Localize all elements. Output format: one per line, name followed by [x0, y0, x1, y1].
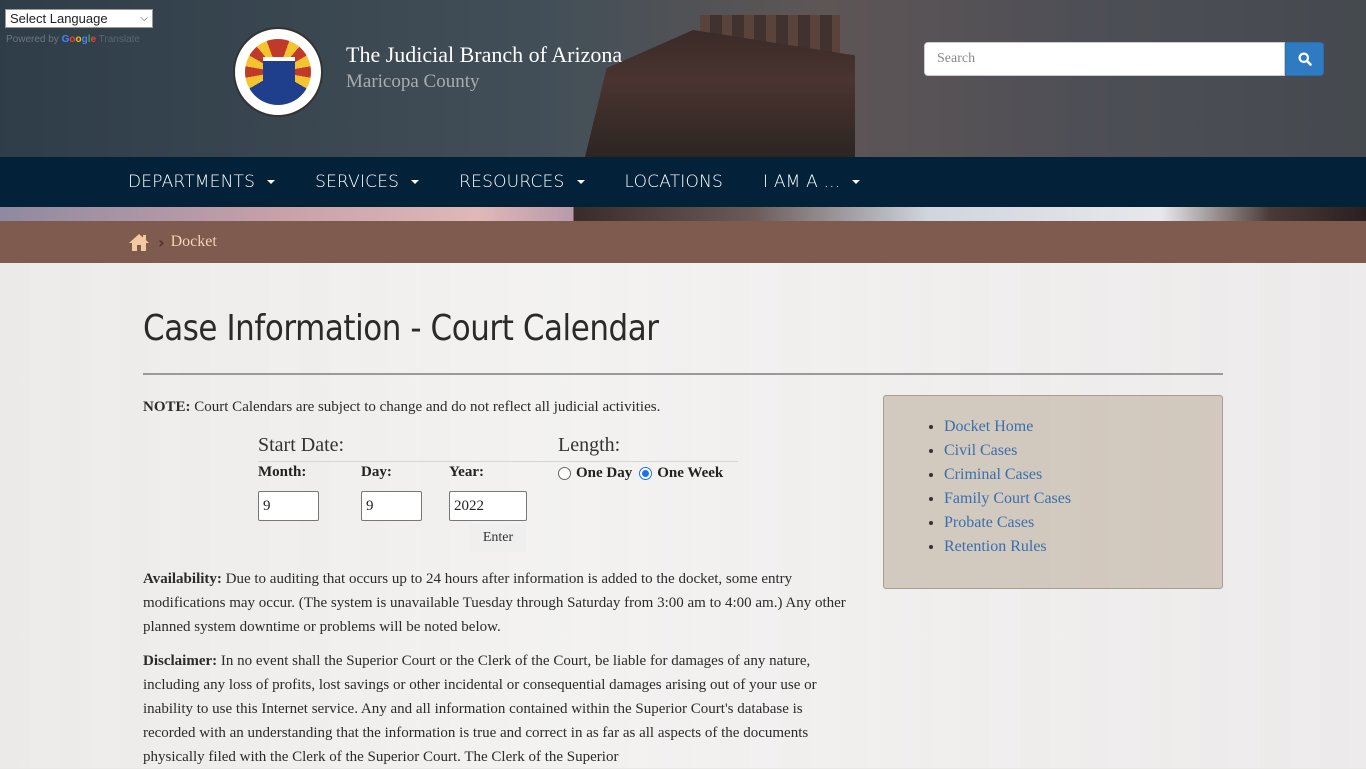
- site-subtitle: Maricopa County: [346, 71, 480, 92]
- chevron-down-icon: ⌵: [140, 13, 148, 24]
- nav-item-resources[interactable]: RESOURCES: [459, 172, 585, 192]
- page-title: Case Information - Court Calendar: [143, 308, 659, 349]
- nav-item-label: RESOURCES: [459, 172, 565, 192]
- main-nav: DEPARTMENTS SERVICES RESOURCES LOCATIONS…: [0, 157, 1366, 207]
- list-item: Family Court Cases: [944, 487, 1071, 511]
- docket-links-list: Docket Home Civil Cases Criminal Cases F…: [944, 415, 1071, 559]
- title-divider: [143, 373, 1223, 375]
- breadcrumb-separator-icon: ›: [158, 232, 165, 252]
- link-probate-cases[interactable]: Probate Cases: [944, 514, 1034, 531]
- day-label: Day:: [361, 464, 392, 480]
- length-radio-group: One Day One Week: [558, 465, 723, 482]
- nav-item-locations[interactable]: LOCATIONS: [625, 172, 724, 192]
- search-input[interactable]: [924, 42, 1285, 76]
- breadcrumb-current: Docket: [170, 233, 217, 250]
- availability-label: Availability:: [143, 571, 222, 587]
- note-label: NOTE:: [143, 399, 191, 415]
- language-select-label: Select Language: [10, 11, 108, 26]
- search-button[interactable]: [1285, 42, 1324, 76]
- radio-one-day[interactable]: [558, 467, 571, 480]
- powered-by-text: Powered by: [6, 34, 59, 45]
- site-title[interactable]: The Judicial Branch of Arizona: [346, 42, 622, 68]
- link-civil-cases[interactable]: Civil Cases: [944, 442, 1017, 459]
- docket-links-panel: Docket Home Civil Cases Criminal Cases F…: [883, 395, 1223, 589]
- site-search: [924, 42, 1324, 76]
- list-item: Civil Cases: [944, 439, 1071, 463]
- year-label: Year:: [449, 464, 484, 480]
- google-letter: e: [90, 34, 97, 45]
- nav-item-label: SERVICES: [315, 172, 400, 192]
- caret-down-icon: [576, 180, 585, 184]
- caret-down-icon: [852, 180, 861, 184]
- form-divider: [258, 461, 738, 462]
- day-input[interactable]: [361, 491, 422, 521]
- availability-text: Due to auditing that occurs up to 24 hou…: [143, 571, 846, 635]
- nav-item-services[interactable]: SERVICES: [315, 172, 420, 192]
- nav-item-departments[interactable]: DEPARTMENTS: [128, 172, 276, 192]
- month-input[interactable]: [258, 491, 319, 521]
- breadcrumb: › Docket: [0, 221, 1366, 263]
- caret-down-icon: [267, 180, 276, 184]
- court-seal-logo[interactable]: [233, 27, 323, 117]
- nav-item-label: DEPARTMENTS: [128, 172, 256, 192]
- link-docket-home[interactable]: Docket Home: [944, 418, 1033, 435]
- link-family-court-cases[interactable]: Family Court Cases: [944, 490, 1071, 507]
- disclaimer-paragraph: Disclaimer: In no event shall the Superi…: [143, 649, 855, 769]
- note-paragraph: NOTE: Court Calendars are subject to cha…: [143, 395, 855, 419]
- disclaimer-text: In no event shall the Superior Court or …: [143, 653, 817, 765]
- powered-by-google-translate: Powered by Google Translate: [6, 34, 140, 45]
- nav-item-label: I AM A ...: [763, 172, 841, 192]
- availability-paragraph: Availability: Due to auditing that occur…: [143, 567, 855, 639]
- caret-down-icon: [411, 180, 420, 184]
- list-item: Criminal Cases: [944, 463, 1071, 487]
- search-icon: [1298, 52, 1312, 66]
- radio-one-day-label[interactable]: One Day: [576, 465, 632, 482]
- length-label: Length:: [558, 434, 621, 456]
- note-text: Court Calendars are subject to change an…: [190, 399, 661, 415]
- header-image-strip: [0, 207, 1366, 221]
- language-select[interactable]: Select Language ⌵: [5, 9, 153, 28]
- radio-one-week[interactable]: [639, 467, 653, 480]
- google-logo: Google: [62, 34, 96, 45]
- enter-button[interactable]: Enter: [470, 524, 526, 552]
- nav-item-label: LOCATIONS: [624, 172, 724, 192]
- radio-one-week-label[interactable]: One Week: [657, 465, 723, 482]
- disclaimer-label: Disclaimer:: [143, 653, 218, 669]
- list-item: Retention Rules: [944, 535, 1071, 559]
- list-item: Probate Cases: [944, 511, 1071, 535]
- nav-item-i-am-a[interactable]: I AM A ...: [763, 172, 861, 192]
- translate-link[interactable]: Translate: [99, 34, 140, 45]
- start-date-label: Start Date:: [258, 434, 345, 456]
- month-label: Month:: [258, 464, 307, 480]
- link-criminal-cases[interactable]: Criminal Cases: [944, 466, 1042, 483]
- seal-courthouse-icon: [263, 57, 295, 87]
- year-input[interactable]: [449, 491, 527, 521]
- home-icon[interactable]: [128, 233, 150, 252]
- list-item: Docket Home: [944, 415, 1071, 439]
- link-retention-rules[interactable]: Retention Rules: [944, 538, 1047, 555]
